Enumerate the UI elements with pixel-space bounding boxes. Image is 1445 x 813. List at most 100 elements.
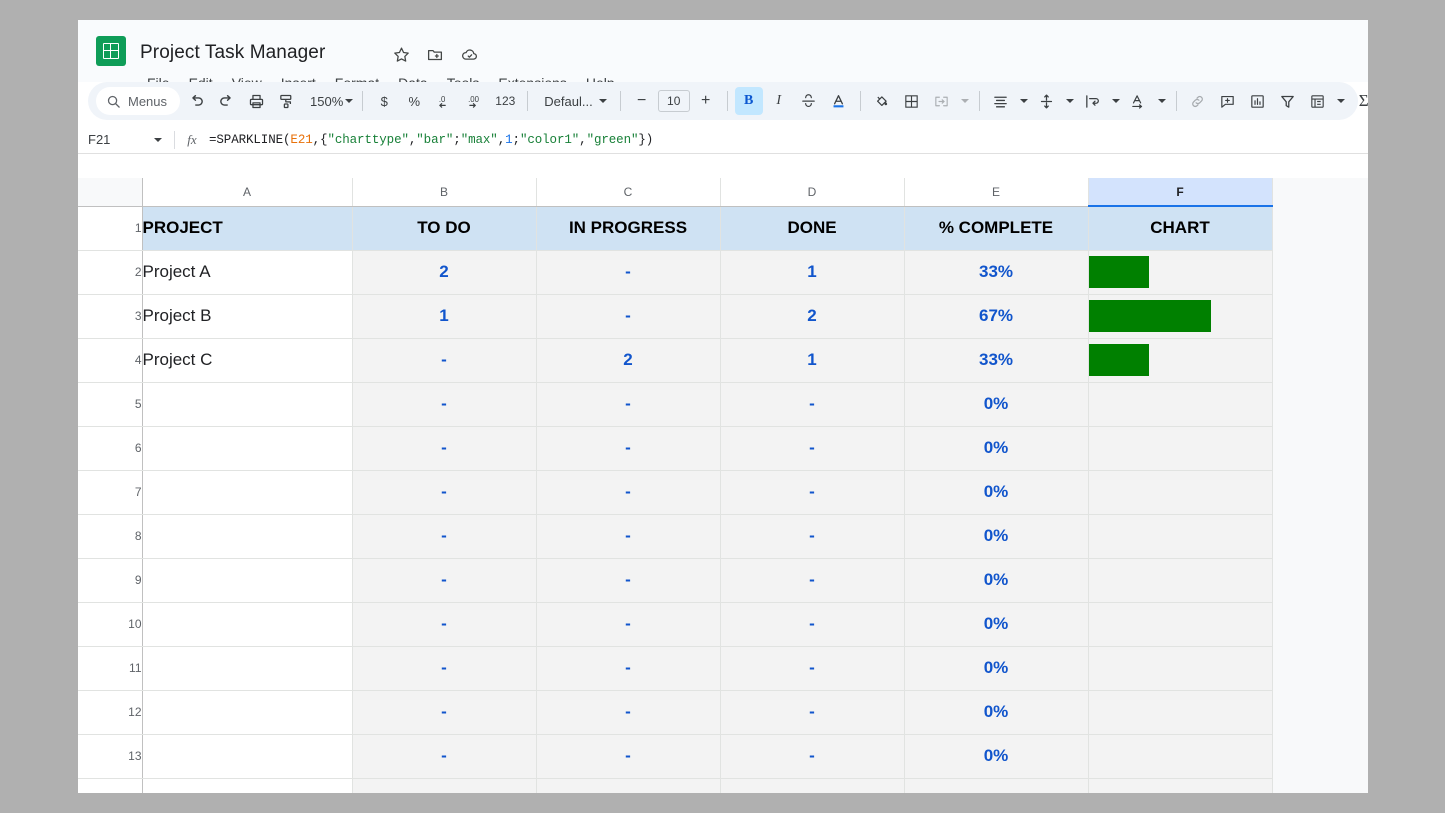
cell-in-progress[interactable]: - xyxy=(536,382,720,426)
column-header-a[interactable]: A xyxy=(142,178,352,206)
cell-project[interactable] xyxy=(142,514,352,558)
search-menus-input[interactable]: Menus xyxy=(96,87,180,115)
document-title[interactable]: Project Task Manager xyxy=(140,42,325,64)
cell-pct-complete[interactable]: 0% xyxy=(904,382,1088,426)
cell-pct-complete[interactable]: 33% xyxy=(904,338,1088,382)
cell-pct-complete[interactable]: 67% xyxy=(904,294,1088,338)
cell-pct-complete[interactable]: 0% xyxy=(904,514,1088,558)
row-header-2[interactable]: 2 xyxy=(78,250,142,294)
row-header-7[interactable]: 7 xyxy=(78,470,142,514)
cell-done[interactable]: 1 xyxy=(720,338,904,382)
cell-chart-sparkline[interactable] xyxy=(1088,602,1272,646)
column-header-c[interactable]: C xyxy=(536,178,720,206)
cell-project[interactable] xyxy=(142,426,352,470)
cell-chart-sparkline[interactable] xyxy=(1088,426,1272,470)
cell-in-progress[interactable]: - xyxy=(536,250,720,294)
cell-in-progress[interactable]: - xyxy=(536,558,720,602)
cell-todo[interactable]: - xyxy=(352,690,536,734)
increase-font-size-button[interactable]: + xyxy=(692,87,720,115)
cell-done[interactable]: - xyxy=(720,778,904,793)
print-button[interactable] xyxy=(242,87,270,115)
cell-done[interactable]: - xyxy=(720,426,904,470)
cell-in-progress[interactable]: 2 xyxy=(536,338,720,382)
cell-pct-complete[interactable]: 0% xyxy=(904,426,1088,470)
insert-chart-button[interactable] xyxy=(1244,87,1272,115)
cell-todo[interactable]: - xyxy=(352,778,536,793)
currency-format-button[interactable]: $ xyxy=(370,87,398,115)
cell-chart-sparkline[interactable] xyxy=(1088,514,1272,558)
increase-decimal-button[interactable]: .00 xyxy=(460,87,488,115)
cell-project[interactable] xyxy=(142,558,352,602)
borders-button[interactable] xyxy=(898,87,926,115)
cell-chart-sparkline[interactable] xyxy=(1088,646,1272,690)
insert-link-button[interactable] xyxy=(1184,87,1212,115)
cell-done[interactable]: - xyxy=(720,734,904,778)
vertical-align-dropdown[interactable] xyxy=(1063,87,1077,115)
cell-project[interactable] xyxy=(142,778,352,793)
cell-in-progress[interactable]: - xyxy=(536,646,720,690)
cell-todo[interactable]: - xyxy=(352,602,536,646)
bold-button[interactable]: B xyxy=(735,87,763,115)
insert-comment-button[interactable] xyxy=(1214,87,1242,115)
header-cell[interactable]: DONE xyxy=(720,206,904,250)
font-family-selector[interactable]: Defaul... xyxy=(535,87,612,115)
cell-pct-complete[interactable]: 33% xyxy=(904,250,1088,294)
text-color-button[interactable] xyxy=(825,87,853,115)
cell-pct-complete[interactable]: 0% xyxy=(904,690,1088,734)
cell-done[interactable]: - xyxy=(720,382,904,426)
cell-done[interactable]: 1 xyxy=(720,250,904,294)
row-header-1[interactable]: 1 xyxy=(78,206,142,250)
chevron-down-icon[interactable] xyxy=(154,138,162,142)
cell-chart-sparkline[interactable] xyxy=(1088,470,1272,514)
row-header-5[interactable]: 5 xyxy=(78,382,142,426)
cell-pct-complete[interactable]: 0% xyxy=(904,602,1088,646)
cell-todo[interactable]: - xyxy=(352,558,536,602)
cell-project[interactable] xyxy=(142,382,352,426)
cell-pct-complete[interactable]: 0% xyxy=(904,646,1088,690)
decrease-decimal-button[interactable]: .0 xyxy=(430,87,458,115)
functions-dropdown[interactable] xyxy=(1334,87,1348,115)
cell-chart-sparkline[interactable] xyxy=(1088,382,1272,426)
cell-done[interactable]: - xyxy=(720,558,904,602)
row-header-12[interactable]: 12 xyxy=(78,690,142,734)
cell-in-progress[interactable]: - xyxy=(536,734,720,778)
cell-in-progress[interactable]: - xyxy=(536,602,720,646)
column-header-d[interactable]: D xyxy=(720,178,904,206)
name-box[interactable]: F21 xyxy=(78,126,174,153)
redo-button[interactable] xyxy=(212,87,240,115)
cell-project[interactable] xyxy=(142,602,352,646)
italic-button[interactable]: I xyxy=(765,87,793,115)
cell-chart-sparkline[interactable] xyxy=(1088,734,1272,778)
merge-cells-button[interactable] xyxy=(928,87,956,115)
cell-todo[interactable]: - xyxy=(352,338,536,382)
cell-done[interactable]: - xyxy=(720,690,904,734)
cell-todo[interactable]: - xyxy=(352,426,536,470)
sum-button[interactable]: Σ xyxy=(1350,87,1368,115)
cell-project[interactable] xyxy=(142,690,352,734)
text-rotation-dropdown[interactable] xyxy=(1155,87,1169,115)
row-header-6[interactable]: 6 xyxy=(78,426,142,470)
cell-in-progress[interactable]: - xyxy=(536,690,720,734)
formula-input[interactable]: =SPARKLINE(E21,{"charttype","bar";"max",… xyxy=(209,133,653,147)
percent-format-button[interactable]: % xyxy=(400,87,428,115)
cell-done[interactable]: - xyxy=(720,470,904,514)
column-header-f[interactable]: F xyxy=(1088,178,1272,206)
cell-in-progress[interactable]: - xyxy=(536,294,720,338)
row-header-4[interactable]: 4 xyxy=(78,338,142,382)
cell-todo[interactable]: 1 xyxy=(352,294,536,338)
text-wrap-dropdown[interactable] xyxy=(1109,87,1123,115)
select-all-corner[interactable] xyxy=(78,178,142,206)
fill-color-button[interactable] xyxy=(868,87,896,115)
zoom-control[interactable]: 150% xyxy=(302,94,355,109)
cell-chart-sparkline[interactable] xyxy=(1088,250,1272,294)
row-header-3[interactable]: 3 xyxy=(78,294,142,338)
row-header-9[interactable]: 9 xyxy=(78,558,142,602)
vertical-align-button[interactable] xyxy=(1033,87,1061,115)
decrease-font-size-button[interactable]: − xyxy=(628,87,656,115)
more-formats-button[interactable]: 123 xyxy=(490,87,520,115)
cell-chart-sparkline[interactable] xyxy=(1088,690,1272,734)
header-cell[interactable]: CHART xyxy=(1088,206,1272,250)
cell-in-progress[interactable]: - xyxy=(536,514,720,558)
cell-chart-sparkline[interactable] xyxy=(1088,778,1272,793)
cell-todo[interactable]: - xyxy=(352,470,536,514)
